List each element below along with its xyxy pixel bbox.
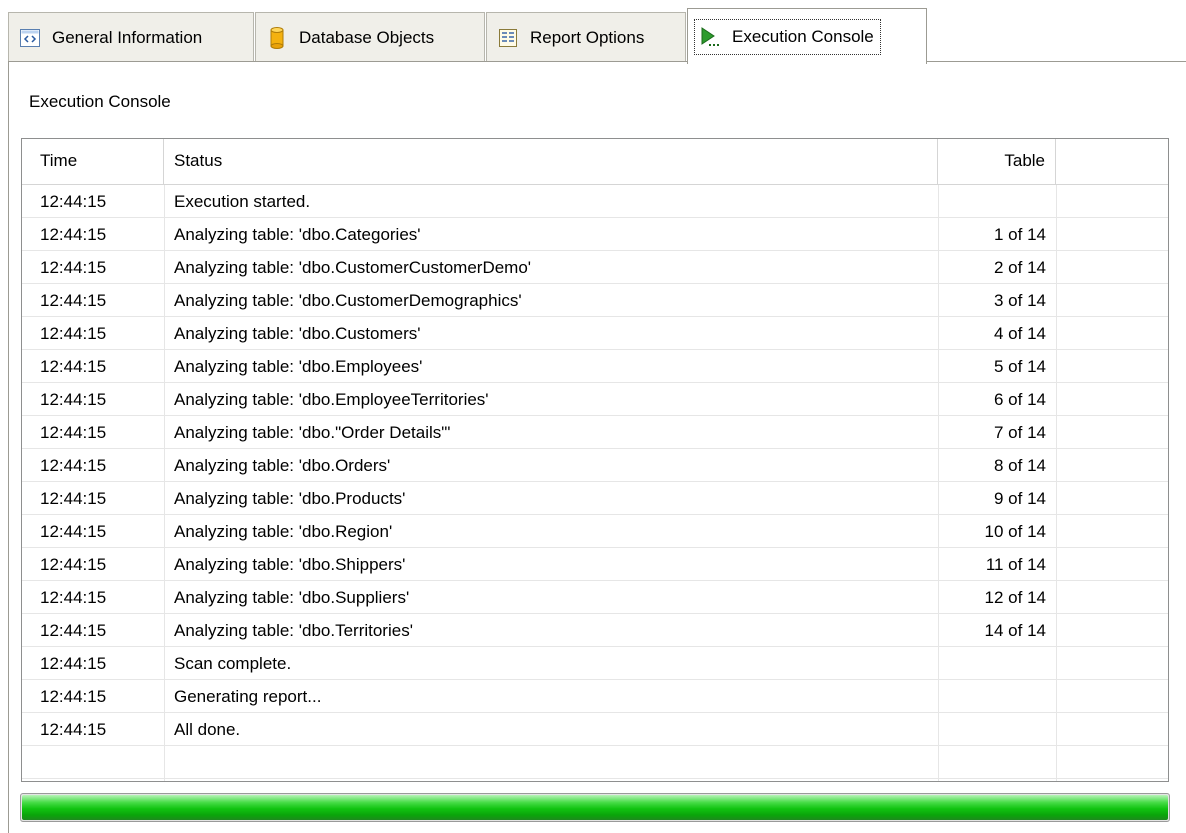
table-row[interactable]: 12:44:15 All done. (22, 713, 1168, 746)
table-row[interactable]: 12:44:15 Generating report... (22, 680, 1168, 713)
row-status: Analyzing table: 'dbo.Employees' (174, 357, 423, 376)
row-time: 12:44:15 (40, 390, 107, 409)
table-row[interactable]: 12:44:15 Analyzing table: 'dbo.EmployeeTe… (22, 383, 1168, 416)
table-row[interactable]: 12:44:15 Execution started. (22, 185, 1168, 218)
tab-general-information[interactable]: General Information (8, 12, 254, 62)
row-table-progress: 3 of 14 (994, 291, 1046, 310)
row-status: Analyzing table: 'dbo.EmployeeTerritorie… (174, 390, 489, 409)
code-brackets-icon (19, 27, 41, 49)
column-header-filler (1056, 139, 1168, 185)
row-status: Execution started. (174, 192, 311, 211)
report-grid-icon (497, 27, 519, 49)
row-table-progress: 2 of 14 (994, 258, 1046, 277)
table-row[interactable]: 12:44:15 Analyzing table: 'dbo.Customers'… (22, 317, 1168, 350)
tab-report-options[interactable]: Report Options (486, 12, 686, 62)
row-time: 12:44:15 (40, 720, 107, 739)
tab-focus-outline: Execution Console (694, 18, 881, 55)
row-time: 12:44:15 (40, 654, 107, 673)
database-cylinder-icon (266, 26, 288, 49)
panel-title: Execution Console (29, 92, 171, 111)
row-table-progress: 14 of 14 (984, 621, 1046, 640)
row-time: 12:44:15 (40, 258, 107, 277)
row-time: 12:44:15 (40, 456, 107, 475)
row-time: 12:44:15 (40, 357, 107, 376)
row-time: 12:44:15 (40, 489, 107, 508)
table-row[interactable]: 12:44:15 Analyzing table: 'dbo.CustomerCu… (22, 251, 1168, 284)
row-status: Analyzing table: 'dbo.Products' (174, 489, 406, 508)
row-status: Analyzing table: 'dbo.Categories' (174, 225, 421, 244)
table-row[interactable]: 12:44:15 Analyzing table: 'dbo.Categories… (22, 218, 1168, 251)
row-table-progress: 12 of 14 (984, 588, 1046, 607)
row-status: Generating report... (174, 687, 322, 706)
play-console-icon (699, 26, 721, 48)
row-time: 12:44:15 (40, 225, 107, 244)
row-status: Scan complete. (174, 654, 292, 673)
tab-execution-console[interactable]: Execution Console (687, 8, 927, 64)
row-status: Analyzing table: 'dbo.Suppliers' (174, 588, 410, 607)
column-header-time[interactable]: Time (22, 139, 164, 185)
tab-label: General Information (52, 27, 203, 47)
tab-database-objects[interactable]: Database Objects (255, 12, 485, 62)
row-time: 12:44:15 (40, 423, 107, 442)
progress-bar (20, 793, 1170, 822)
table-row[interactable]: 12:44:15 Analyzing table: 'dbo.Territorie… (22, 614, 1168, 647)
table-row[interactable]: 12:44:15 Analyzing table: 'dbo.CustomerDe… (22, 284, 1168, 317)
row-table-progress: 6 of 14 (994, 390, 1046, 409)
row-table-progress: 9 of 14 (994, 489, 1046, 508)
progress-fill (22, 795, 1168, 820)
row-time: 12:44:15 (40, 555, 107, 574)
table-row[interactable]: 12:44:15 Scan complete. (22, 647, 1168, 680)
column-header-status[interactable]: Status (164, 139, 938, 185)
row-status: Analyzing table: 'dbo.Orders' (174, 456, 391, 475)
table-row[interactable]: 12:44:15 Analyzing table: 'dbo.Region' 10 … (22, 515, 1168, 548)
list-body: 12:44:15 Execution started. 12:44:15 Analyz… (22, 185, 1168, 781)
tab-divider (8, 61, 1186, 62)
table-row[interactable]: 12:44:15 Analyzing table: 'dbo.Suppliers'… (22, 581, 1168, 614)
table-row[interactable]: 12:44:15 Analyzing table: 'dbo.Shippers' 1… (22, 548, 1168, 581)
row-status: Analyzing table: 'dbo.Region' (174, 522, 393, 541)
row-status: Analyzing table: 'dbo."Order Details"' (174, 423, 451, 442)
row-table-progress (938, 713, 1056, 745)
execution-console-window: General Information Database Objects Rep… (0, 0, 1186, 833)
tab-label: Execution Console (732, 26, 874, 46)
row-status: All done. (174, 720, 241, 739)
row-time: 12:44:15 (40, 324, 107, 343)
row-time: 12:44:15 (40, 522, 107, 541)
console-list-view[interactable]: Time Status Table 12:44:15 Execution star… (21, 138, 1169, 782)
row-table-progress: 7 of 14 (994, 423, 1046, 442)
row-status: Analyzing table: 'dbo.Territories' (174, 621, 413, 640)
row-table-progress (938, 680, 1056, 712)
row-table-progress (938, 647, 1056, 679)
tab-label: Report Options (530, 27, 645, 47)
tab-label: Database Objects (299, 27, 435, 47)
list-header: Time Status Table (22, 139, 1168, 185)
row-table-progress: 5 of 14 (994, 357, 1046, 376)
row-table-progress (938, 185, 1056, 217)
row-table-progress: 10 of 14 (984, 522, 1046, 541)
table-row[interactable]: 12:44:15 Analyzing table: 'dbo.Products' 9… (22, 482, 1168, 515)
table-row[interactable]: 12:44:15 Analyzing table: 'dbo."Order Det… (22, 416, 1168, 449)
row-table-progress: 1 of 14 (994, 225, 1046, 244)
empty-row (22, 746, 1168, 779)
row-status: Analyzing table: 'dbo.Shippers' (174, 555, 406, 574)
row-table-progress: 8 of 14 (994, 456, 1046, 475)
row-status: Analyzing table: 'dbo.CustomerDemographi… (174, 291, 522, 310)
row-time: 12:44:15 (40, 291, 107, 310)
table-row[interactable]: 12:44:15 Analyzing table: 'dbo.Orders' 8 o… (22, 449, 1168, 482)
table-row[interactable]: 12:44:15 Analyzing table: 'dbo.Employees'… (22, 350, 1168, 383)
row-time: 12:44:15 (40, 687, 107, 706)
row-status: Analyzing table: 'dbo.Customers' (174, 324, 421, 343)
row-time: 12:44:15 (40, 621, 107, 640)
row-status: Analyzing table: 'dbo.CustomerCustomerDe… (174, 258, 532, 277)
column-header-table[interactable]: Table (938, 139, 1056, 185)
row-table-progress: 4 of 14 (994, 324, 1046, 343)
row-table-progress: 11 of 14 (985, 555, 1046, 574)
tab-strip: General Information Database Objects Rep… (8, 8, 1186, 64)
row-time: 12:44:15 (40, 588, 107, 607)
row-time: 12:44:15 (40, 192, 107, 211)
